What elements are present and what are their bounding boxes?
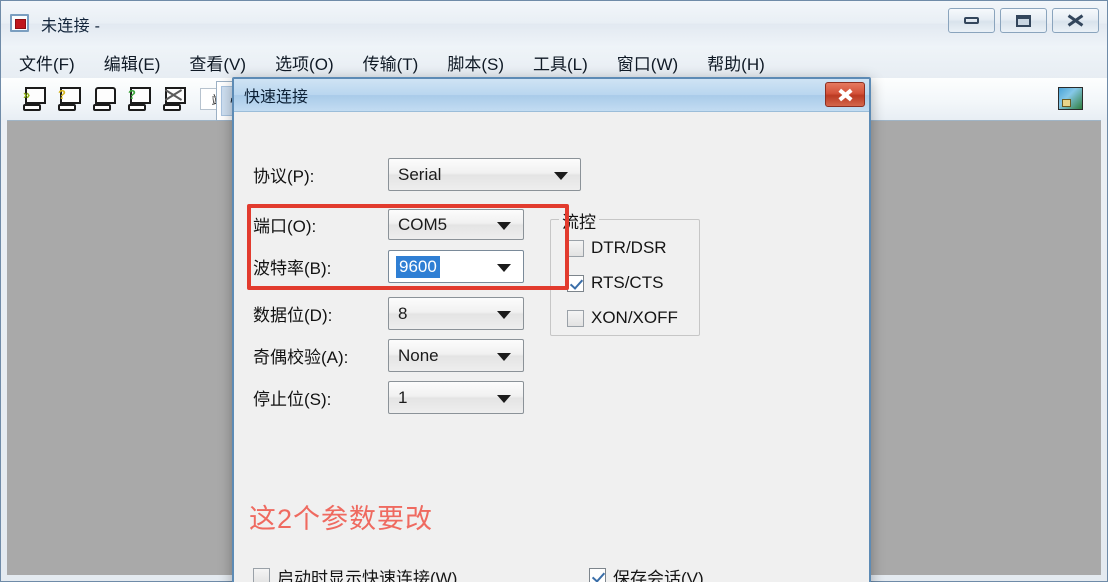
rts-cts-label: RTS/CTS [591, 273, 664, 292]
close-icon [1067, 13, 1084, 28]
connect-sftp-icon[interactable]: ? [56, 87, 82, 111]
chevron-down-icon [497, 352, 511, 361]
field-row-databits: 数据位(D): 8 [253, 297, 524, 330]
menu-view[interactable]: 查看(V) [189, 50, 246, 75]
checkbox-row-save-session[interactable]: 保存会话(V) [589, 564, 704, 582]
chevron-down-icon [497, 394, 511, 403]
menu-script[interactable]: 脚本(S) [447, 50, 504, 75]
field-row-stopbits: 停止位(S): 1 [253, 381, 524, 414]
menu-options[interactable]: 选项(O) [275, 50, 334, 75]
chevron-down-icon [554, 171, 568, 180]
dialog-body: 协议(P): Serial 端口(O): COM5 波特率(B): 9600 数… [234, 112, 869, 582]
label-parity: 奇偶校验(A): [253, 348, 349, 367]
databits-value: 8 [398, 303, 408, 323]
minimize-button[interactable] [948, 8, 995, 33]
menu-transfer[interactable]: 传输(T) [363, 50, 419, 75]
rts-cts-checkbox[interactable] [567, 274, 584, 292]
annotation-note: 这2个参数要改 [249, 504, 434, 534]
quick-connect-dialog: 快速连接 协议(P): Serial 端口(O): COM5 波特率(B): 9… [232, 77, 871, 582]
minimize-icon [964, 17, 979, 24]
window-controls [948, 8, 1099, 33]
connect-icon[interactable]: » [21, 87, 47, 111]
quick-connect-icon[interactable]: ? [126, 87, 152, 111]
screenshot-root: 未连接 - 文件(F) 编辑(E) 查看(V) 选项(O) 传输(T) 脚本(S… [0, 0, 1108, 582]
label-databits: 数据位(D): [253, 306, 333, 325]
field-row-parity: 奇偶校验(A): None [253, 339, 524, 372]
label-stopbits: 停止位(S): [253, 390, 332, 409]
window-title: 未连接 - [41, 17, 101, 35]
show-on-startup-label: 启动时显示快速连接(W) [277, 569, 458, 582]
dialog-title: 快速连接 [244, 89, 309, 106]
dialog-titlebar: 快速连接 [234, 79, 869, 112]
menu-tools[interactable]: 工具(L) [533, 50, 588, 75]
save-session-checkbox[interactable] [589, 568, 606, 582]
open-folder-icon[interactable] [91, 87, 117, 111]
menu-file[interactable]: 文件(F) [19, 50, 75, 75]
checkbox-row-rts-cts[interactable]: RTS/CTS [567, 273, 663, 293]
maximize-icon [1016, 14, 1031, 27]
databits-combo[interactable]: 8 [388, 297, 524, 330]
stopbits-combo[interactable]: 1 [388, 381, 524, 414]
field-row-baudrate: 波特率(B): 9600 [253, 250, 524, 283]
field-row-port: 端口(O): COM5 [253, 209, 524, 240]
checkbox-row-show-on-startup[interactable]: 启动时显示快速连接(W) [253, 564, 457, 582]
protocol-combo[interactable]: Serial [388, 158, 581, 191]
checkbox-row-xon-xoff[interactable]: XON/XOFF [567, 308, 678, 328]
chevron-down-icon [497, 263, 511, 272]
menu-help[interactable]: 帮助(H) [707, 50, 765, 75]
port-value: COM5 [398, 214, 448, 234]
xon-xoff-checkbox[interactable] [567, 309, 584, 327]
parity-combo[interactable]: None [388, 339, 524, 372]
label-baudrate: 波特率(B): [253, 259, 332, 278]
close-icon [838, 88, 853, 102]
xon-xoff-label: XON/XOFF [591, 308, 678, 327]
label-port: 端口(O): [253, 217, 317, 236]
menu-edit[interactable]: 编辑(E) [104, 50, 161, 75]
chevron-down-icon [497, 310, 511, 319]
flow-control-title: 流控 [559, 208, 599, 233]
label-protocol: 协议(P): [253, 167, 315, 186]
maximize-button[interactable] [1000, 8, 1047, 33]
close-button[interactable] [1052, 8, 1099, 33]
protocol-value: Serial [398, 164, 442, 184]
menu-window[interactable]: 窗口(W) [617, 50, 678, 75]
session-options-icon[interactable] [1058, 87, 1083, 110]
dtr-dsr-label: DTR/DSR [591, 238, 667, 257]
dtr-dsr-checkbox[interactable] [567, 239, 584, 257]
parity-value: None [398, 345, 439, 365]
checkbox-row-dtr-dsr[interactable]: DTR/DSR [567, 238, 667, 258]
flow-control-group: 流控 DTR/DSR RTS/CTS XON/XOFF [550, 208, 700, 336]
chevron-down-icon [497, 221, 511, 230]
show-on-startup-checkbox[interactable] [253, 568, 270, 582]
main-window: 未连接 - 文件(F) 编辑(E) 查看(V) 选项(O) 传输(T) 脚本(S… [0, 0, 1108, 582]
field-row-protocol: 协议(P): Serial [253, 158, 581, 191]
dialog-close-button[interactable] [825, 82, 865, 107]
menubar: 文件(F) 编辑(E) 查看(V) 选项(O) 传输(T) 脚本(S) 工具(L… [1, 46, 1107, 78]
save-session-label: 保存会话(V) [613, 569, 704, 582]
stopbits-value: 1 [398, 387, 408, 407]
baudrate-value[interactable]: 9600 [396, 255, 440, 278]
port-combo[interactable]: COM5 [388, 209, 524, 240]
disconnect-icon[interactable] [161, 87, 187, 111]
baudrate-combo[interactable]: 9600 [388, 250, 524, 283]
terminal-window-icon [10, 13, 32, 35]
window-titlebar: 未连接 - [1, 1, 1107, 46]
